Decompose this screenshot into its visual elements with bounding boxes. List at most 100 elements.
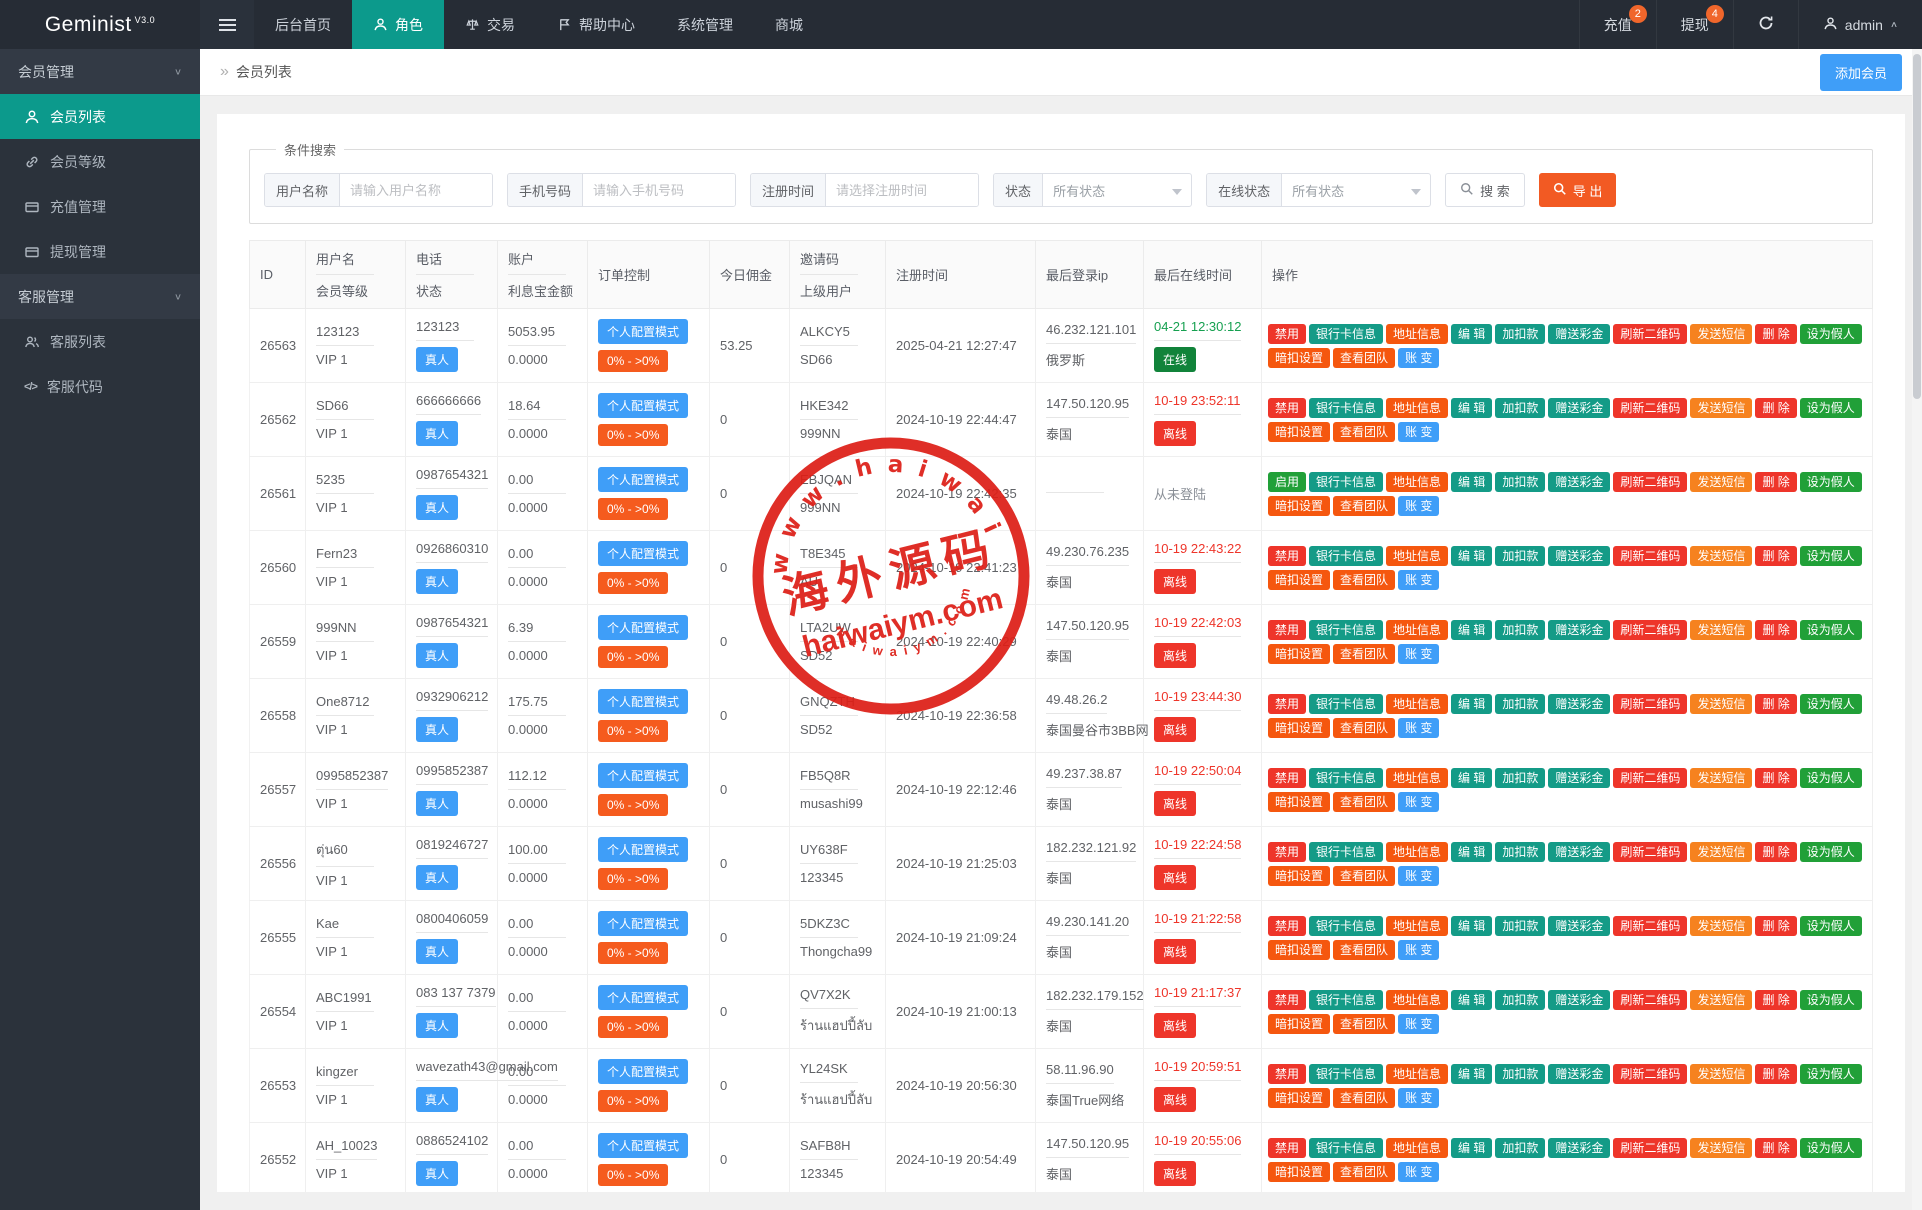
action-refresh-qrcode-button[interactable]: 刷新二维码: [1613, 916, 1687, 936]
action-disable-button[interactable]: 禁用: [1268, 842, 1306, 862]
action-edit-button[interactable]: 编 辑: [1451, 990, 1492, 1010]
action-bank-info-button[interactable]: 银行卡信息: [1309, 694, 1383, 714]
action-delete-button[interactable]: 删 除: [1755, 472, 1796, 492]
action-bank-info-button[interactable]: 银行卡信息: [1309, 546, 1383, 566]
action-edit-button[interactable]: 编 辑: [1451, 842, 1492, 862]
action-adjust-balance-button[interactable]: 加扣款: [1495, 1138, 1545, 1158]
action-adjust-balance-button[interactable]: 加扣款: [1495, 398, 1545, 418]
action-send-sms-button[interactable]: 发送短信: [1690, 990, 1752, 1010]
nav-item-系统管理[interactable]: 系统管理: [656, 0, 754, 49]
hamburger-icon[interactable]: [200, 0, 254, 49]
action-view-team-button[interactable]: 查看团队: [1333, 866, 1395, 886]
action-send-sms-button[interactable]: 发送短信: [1690, 1138, 1752, 1158]
action-disable-button[interactable]: 禁用: [1268, 694, 1306, 714]
action-hidden-deduct-settings-button[interactable]: 暗扣设置: [1268, 644, 1330, 664]
nav-item-后台首页[interactable]: 后台首页: [254, 0, 352, 49]
action-edit-button[interactable]: 编 辑: [1451, 1138, 1492, 1158]
action-account-changes-button[interactable]: 账 变: [1398, 792, 1439, 812]
action-address-info-button[interactable]: 地址信息: [1386, 694, 1448, 714]
action-account-changes-button[interactable]: 账 变: [1398, 866, 1439, 886]
sidebar-item-会员列表[interactable]: 会员列表: [0, 94, 200, 139]
action-gift-bonus-button[interactable]: 赠送彩金: [1548, 546, 1610, 566]
export-button[interactable]: 导 出: [1539, 173, 1617, 207]
action-delete-button[interactable]: 删 除: [1755, 990, 1796, 1010]
action-set-fake-button[interactable]: 设为假人: [1800, 1138, 1862, 1158]
action-bank-info-button[interactable]: 银行卡信息: [1309, 990, 1383, 1010]
action-set-fake-button[interactable]: 设为假人: [1800, 842, 1862, 862]
action-hidden-deduct-settings-button[interactable]: 暗扣设置: [1268, 422, 1330, 442]
action-view-team-button[interactable]: 查看团队: [1333, 1162, 1395, 1182]
action-adjust-balance-button[interactable]: 加扣款: [1495, 916, 1545, 936]
action-bank-info-button[interactable]: 银行卡信息: [1309, 1138, 1383, 1158]
action-edit-button[interactable]: 编 辑: [1451, 546, 1492, 566]
action-delete-button[interactable]: 删 除: [1755, 620, 1796, 640]
action-address-info-button[interactable]: 地址信息: [1386, 398, 1448, 418]
action-address-info-button[interactable]: 地址信息: [1386, 842, 1448, 862]
action-view-team-button[interactable]: 查看团队: [1333, 940, 1395, 960]
action-set-fake-button[interactable]: 设为假人: [1800, 1064, 1862, 1084]
action-bank-info-button[interactable]: 银行卡信息: [1309, 842, 1383, 862]
action-edit-button[interactable]: 编 辑: [1451, 472, 1492, 492]
sidebar-item-客服列表[interactable]: 客服列表: [0, 319, 200, 364]
nav-item-交易[interactable]: 交易: [444, 0, 536, 49]
action-hidden-deduct-settings-button[interactable]: 暗扣设置: [1268, 348, 1330, 368]
action-bank-info-button[interactable]: 银行卡信息: [1309, 324, 1383, 344]
nav-item-角色[interactable]: 角色: [352, 0, 444, 49]
action-address-info-button[interactable]: 地址信息: [1386, 1138, 1448, 1158]
action-set-fake-button[interactable]: 设为假人: [1800, 768, 1862, 788]
action-hidden-deduct-settings-button[interactable]: 暗扣设置: [1268, 718, 1330, 738]
action-refresh-qrcode-button[interactable]: 刷新二维码: [1613, 768, 1687, 788]
action-edit-button[interactable]: 编 辑: [1451, 1064, 1492, 1084]
action-bank-info-button[interactable]: 银行卡信息: [1309, 472, 1383, 492]
action-hidden-deduct-settings-button[interactable]: 暗扣设置: [1268, 1014, 1330, 1034]
action-bank-info-button[interactable]: 银行卡信息: [1309, 1064, 1383, 1084]
action-send-sms-button[interactable]: 发送短信: [1690, 398, 1752, 418]
action-delete-button[interactable]: 删 除: [1755, 1064, 1796, 1084]
action-delete-button[interactable]: 删 除: [1755, 694, 1796, 714]
action-adjust-balance-button[interactable]: 加扣款: [1495, 694, 1545, 714]
action-address-info-button[interactable]: 地址信息: [1386, 768, 1448, 788]
action-bank-info-button[interactable]: 银行卡信息: [1309, 768, 1383, 788]
action-send-sms-button[interactable]: 发送短信: [1690, 694, 1752, 714]
action-send-sms-button[interactable]: 发送短信: [1690, 768, 1752, 788]
action-delete-button[interactable]: 删 除: [1755, 398, 1796, 418]
action-refresh-qrcode-button[interactable]: 刷新二维码: [1613, 620, 1687, 640]
user-menu[interactable]: admin ∧: [1798, 0, 1922, 49]
action-gift-bonus-button[interactable]: 赠送彩金: [1548, 916, 1610, 936]
action-delete-button[interactable]: 删 除: [1755, 324, 1796, 344]
action-edit-button[interactable]: 编 辑: [1451, 620, 1492, 640]
action-set-fake-button[interactable]: 设为假人: [1800, 472, 1862, 492]
action-account-changes-button[interactable]: 账 变: [1398, 348, 1439, 368]
action-account-changes-button[interactable]: 账 变: [1398, 1088, 1439, 1108]
action-account-changes-button[interactable]: 账 变: [1398, 570, 1439, 590]
online-status-select[interactable]: 所有状态: [1282, 174, 1430, 206]
add-member-button[interactable]: 添加会员: [1820, 54, 1902, 91]
action-view-team-button[interactable]: 查看团队: [1333, 1014, 1395, 1034]
action-disable-button[interactable]: 禁用: [1268, 620, 1306, 640]
action-delete-button[interactable]: 删 除: [1755, 546, 1796, 566]
action-refresh-qrcode-button[interactable]: 刷新二维码: [1613, 546, 1687, 566]
sidebar-section-会员管理[interactable]: 会员管理∨: [0, 49, 200, 94]
phone-input[interactable]: [583, 174, 735, 206]
action-bank-info-button[interactable]: 银行卡信息: [1309, 620, 1383, 640]
action-hidden-deduct-settings-button[interactable]: 暗扣设置: [1268, 496, 1330, 516]
action-edit-button[interactable]: 编 辑: [1451, 694, 1492, 714]
action-hidden-deduct-settings-button[interactable]: 暗扣设置: [1268, 1162, 1330, 1182]
action-delete-button[interactable]: 删 除: [1755, 916, 1796, 936]
nav-recharge[interactable]: 充值 2: [1579, 0, 1656, 49]
action-refresh-qrcode-button[interactable]: 刷新二维码: [1613, 694, 1687, 714]
action-view-team-button[interactable]: 查看团队: [1333, 496, 1395, 516]
action-bank-info-button[interactable]: 银行卡信息: [1309, 398, 1383, 418]
action-set-fake-button[interactable]: 设为假人: [1800, 398, 1862, 418]
action-delete-button[interactable]: 删 除: [1755, 842, 1796, 862]
action-bank-info-button[interactable]: 银行卡信息: [1309, 916, 1383, 936]
action-hidden-deduct-settings-button[interactable]: 暗扣设置: [1268, 940, 1330, 960]
sidebar-section-客服管理[interactable]: 客服管理∨: [0, 274, 200, 319]
scrollbar-thumb[interactable]: [1913, 54, 1921, 399]
action-disable-button[interactable]: 禁用: [1268, 398, 1306, 418]
action-set-fake-button[interactable]: 设为假人: [1800, 620, 1862, 640]
action-address-info-button[interactable]: 地址信息: [1386, 990, 1448, 1010]
refresh-button[interactable]: [1733, 0, 1798, 49]
action-hidden-deduct-settings-button[interactable]: 暗扣设置: [1268, 792, 1330, 812]
action-account-changes-button[interactable]: 账 变: [1398, 940, 1439, 960]
